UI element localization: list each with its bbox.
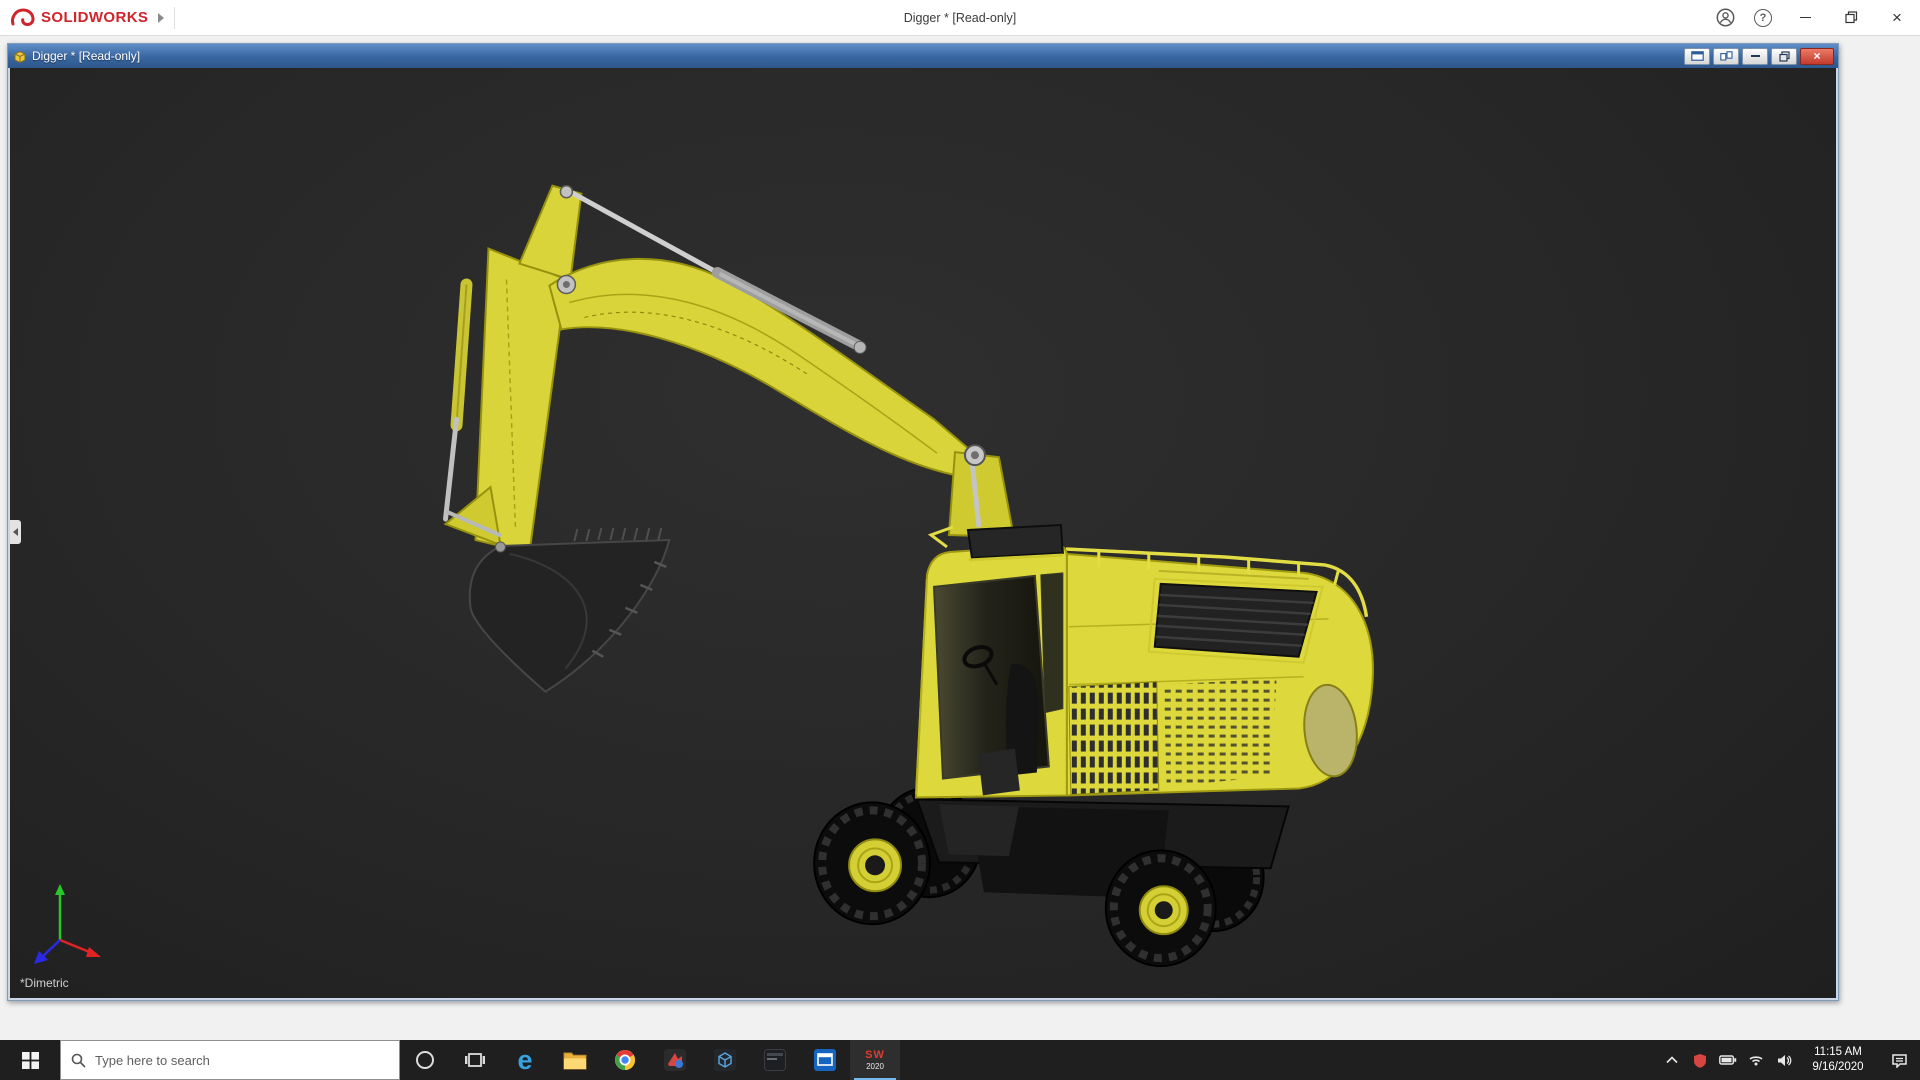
action-center-icon bbox=[1891, 1053, 1907, 1068]
network-tray-button[interactable] bbox=[1742, 1040, 1770, 1080]
task-view-button[interactable] bbox=[450, 1040, 500, 1080]
restore-icon bbox=[1778, 50, 1790, 62]
rear-wheel[interactable] bbox=[1104, 849, 1217, 968]
view-orientation-label: *Dimetric bbox=[20, 976, 69, 990]
doc-window-tile-button[interactable] bbox=[1713, 47, 1739, 65]
document-window: Digger * [Read-only] × *Dimetric bbox=[7, 43, 1839, 1001]
caption-buttons: ? × bbox=[1706, 0, 1920, 35]
close-icon: × bbox=[1813, 49, 1821, 63]
assembly-file-icon[interactable] bbox=[12, 49, 27, 64]
divider bbox=[174, 6, 176, 29]
minimize-icon bbox=[1750, 55, 1760, 57]
collapsed-panel-tab[interactable] bbox=[10, 520, 21, 544]
volume-tray-button[interactable] bbox=[1770, 1040, 1798, 1080]
chevron-left-icon bbox=[13, 528, 18, 536]
doc-window-pane-button[interactable] bbox=[1684, 47, 1710, 65]
taskbar-clock[interactable]: 11:15 AM 9/16/2020 bbox=[1798, 1040, 1878, 1080]
front-wheel[interactable] bbox=[813, 801, 931, 926]
flyout-arrow-icon[interactable] bbox=[158, 12, 165, 23]
security-tray-button[interactable] bbox=[1686, 1040, 1714, 1080]
windows-start-icon bbox=[21, 1051, 39, 1069]
hidden-icons-chevron-icon bbox=[1666, 1056, 1678, 1064]
solidworks-logo[interactable]: SOLIDWORKS bbox=[0, 0, 183, 35]
hidden-icons-button[interactable] bbox=[1658, 1040, 1686, 1080]
system-tray: 11:15 AM 9/16/2020 bbox=[1658, 1040, 1920, 1080]
sw-tile-year: 2020 bbox=[866, 1061, 884, 1071]
help-icon: ? bbox=[1754, 8, 1772, 27]
clock-date: 9/16/2020 bbox=[1812, 1061, 1864, 1073]
shield-icon bbox=[1694, 1053, 1706, 1068]
boom-arm[interactable] bbox=[443, 184, 980, 555]
task-view-icon bbox=[465, 1053, 485, 1067]
account-button[interactable] bbox=[1706, 0, 1744, 35]
account-icon bbox=[1716, 8, 1734, 27]
workspace: Digger * [Read-only] × *Dimetric bbox=[0, 36, 1920, 1040]
help-button[interactable]: ? bbox=[1744, 0, 1782, 35]
close-icon: × bbox=[1892, 8, 1902, 27]
boom-pivot-center bbox=[970, 451, 979, 460]
tiled-windows-icon bbox=[1719, 51, 1733, 61]
window-pane-icon bbox=[1690, 51, 1704, 61]
solidworks-logo-icon bbox=[11, 8, 35, 27]
wifi-icon bbox=[1749, 1056, 1763, 1066]
clock-time: 11:15 AM bbox=[1814, 1046, 1862, 1059]
search-icon bbox=[71, 1053, 86, 1068]
dark-window-app-button[interactable] bbox=[750, 1040, 800, 1080]
doc-restore-button[interactable] bbox=[1771, 47, 1797, 65]
taskbar-search[interactable] bbox=[60, 1040, 400, 1080]
start-button[interactable] bbox=[0, 1040, 60, 1080]
close-button[interactable]: × bbox=[1874, 0, 1920, 35]
solidworks-app-icon: SW 2020 bbox=[865, 1048, 885, 1071]
orientation-triad bbox=[34, 884, 101, 964]
battery-tray-button[interactable] bbox=[1714, 1040, 1742, 1080]
document-title: Digger * [Read-only] bbox=[32, 49, 141, 63]
app-titlebar: SOLIDWORKS Digger * [Read-only] ? × bbox=[0, 0, 1920, 36]
cad-cube-app-icon bbox=[714, 1049, 736, 1071]
desktop-screen: SOLIDWORKS Digger * [Read-only] ? × Digg… bbox=[0, 0, 1920, 1080]
battery-icon bbox=[1719, 1055, 1737, 1065]
volume-icon bbox=[1777, 1054, 1791, 1066]
solidworks-app-button[interactable]: SW 2020 bbox=[850, 1040, 900, 1080]
doc-minimize-button[interactable] bbox=[1742, 47, 1768, 65]
chrome-icon bbox=[615, 1050, 635, 1070]
search-input[interactable] bbox=[95, 1052, 389, 1068]
blue-window-app-button[interactable] bbox=[800, 1040, 850, 1080]
edge-button[interactable]: e bbox=[500, 1040, 550, 1080]
chrome-button[interactable] bbox=[600, 1040, 650, 1080]
file-explorer-icon bbox=[563, 1052, 587, 1070]
file-explorer-button[interactable] bbox=[550, 1040, 600, 1080]
restore-icon bbox=[1844, 11, 1857, 24]
taskbar: e bbox=[0, 1040, 1920, 1080]
sw-tile-text: SW bbox=[865, 1048, 885, 1061]
excavator-3d-model[interactable] bbox=[10, 68, 1836, 998]
brand-text: SOLIDWORKS bbox=[41, 9, 149, 26]
app-window-title: Digger * [Read-only] bbox=[903, 10, 1017, 25]
cab[interactable] bbox=[914, 523, 1068, 799]
restore-button[interactable] bbox=[1828, 0, 1874, 35]
minimize-icon bbox=[1799, 16, 1811, 19]
upper-body[interactable] bbox=[1065, 547, 1374, 797]
doc-close-button[interactable]: × bbox=[1800, 47, 1834, 65]
boom-mount[interactable] bbox=[947, 451, 1016, 539]
bucket[interactable] bbox=[468, 527, 671, 693]
document-titlebar[interactable]: Digger * [Read-only] × bbox=[8, 44, 1838, 68]
minimize-button[interactable] bbox=[1782, 0, 1828, 35]
document-window-buttons: × bbox=[1684, 47, 1834, 65]
media-app-icon bbox=[664, 1049, 686, 1071]
blue-window-app-icon bbox=[814, 1049, 836, 1071]
cortana-button[interactable] bbox=[400, 1040, 450, 1080]
edge-icon: e bbox=[517, 1045, 533, 1075]
graphics-viewport[interactable]: *Dimetric bbox=[10, 68, 1836, 998]
action-center-button[interactable] bbox=[1878, 1040, 1920, 1080]
cad-cube-app-button[interactable] bbox=[700, 1040, 750, 1080]
media-app-button[interactable] bbox=[650, 1040, 700, 1080]
dark-window-app-icon bbox=[764, 1049, 786, 1071]
cortana-icon bbox=[416, 1051, 434, 1069]
